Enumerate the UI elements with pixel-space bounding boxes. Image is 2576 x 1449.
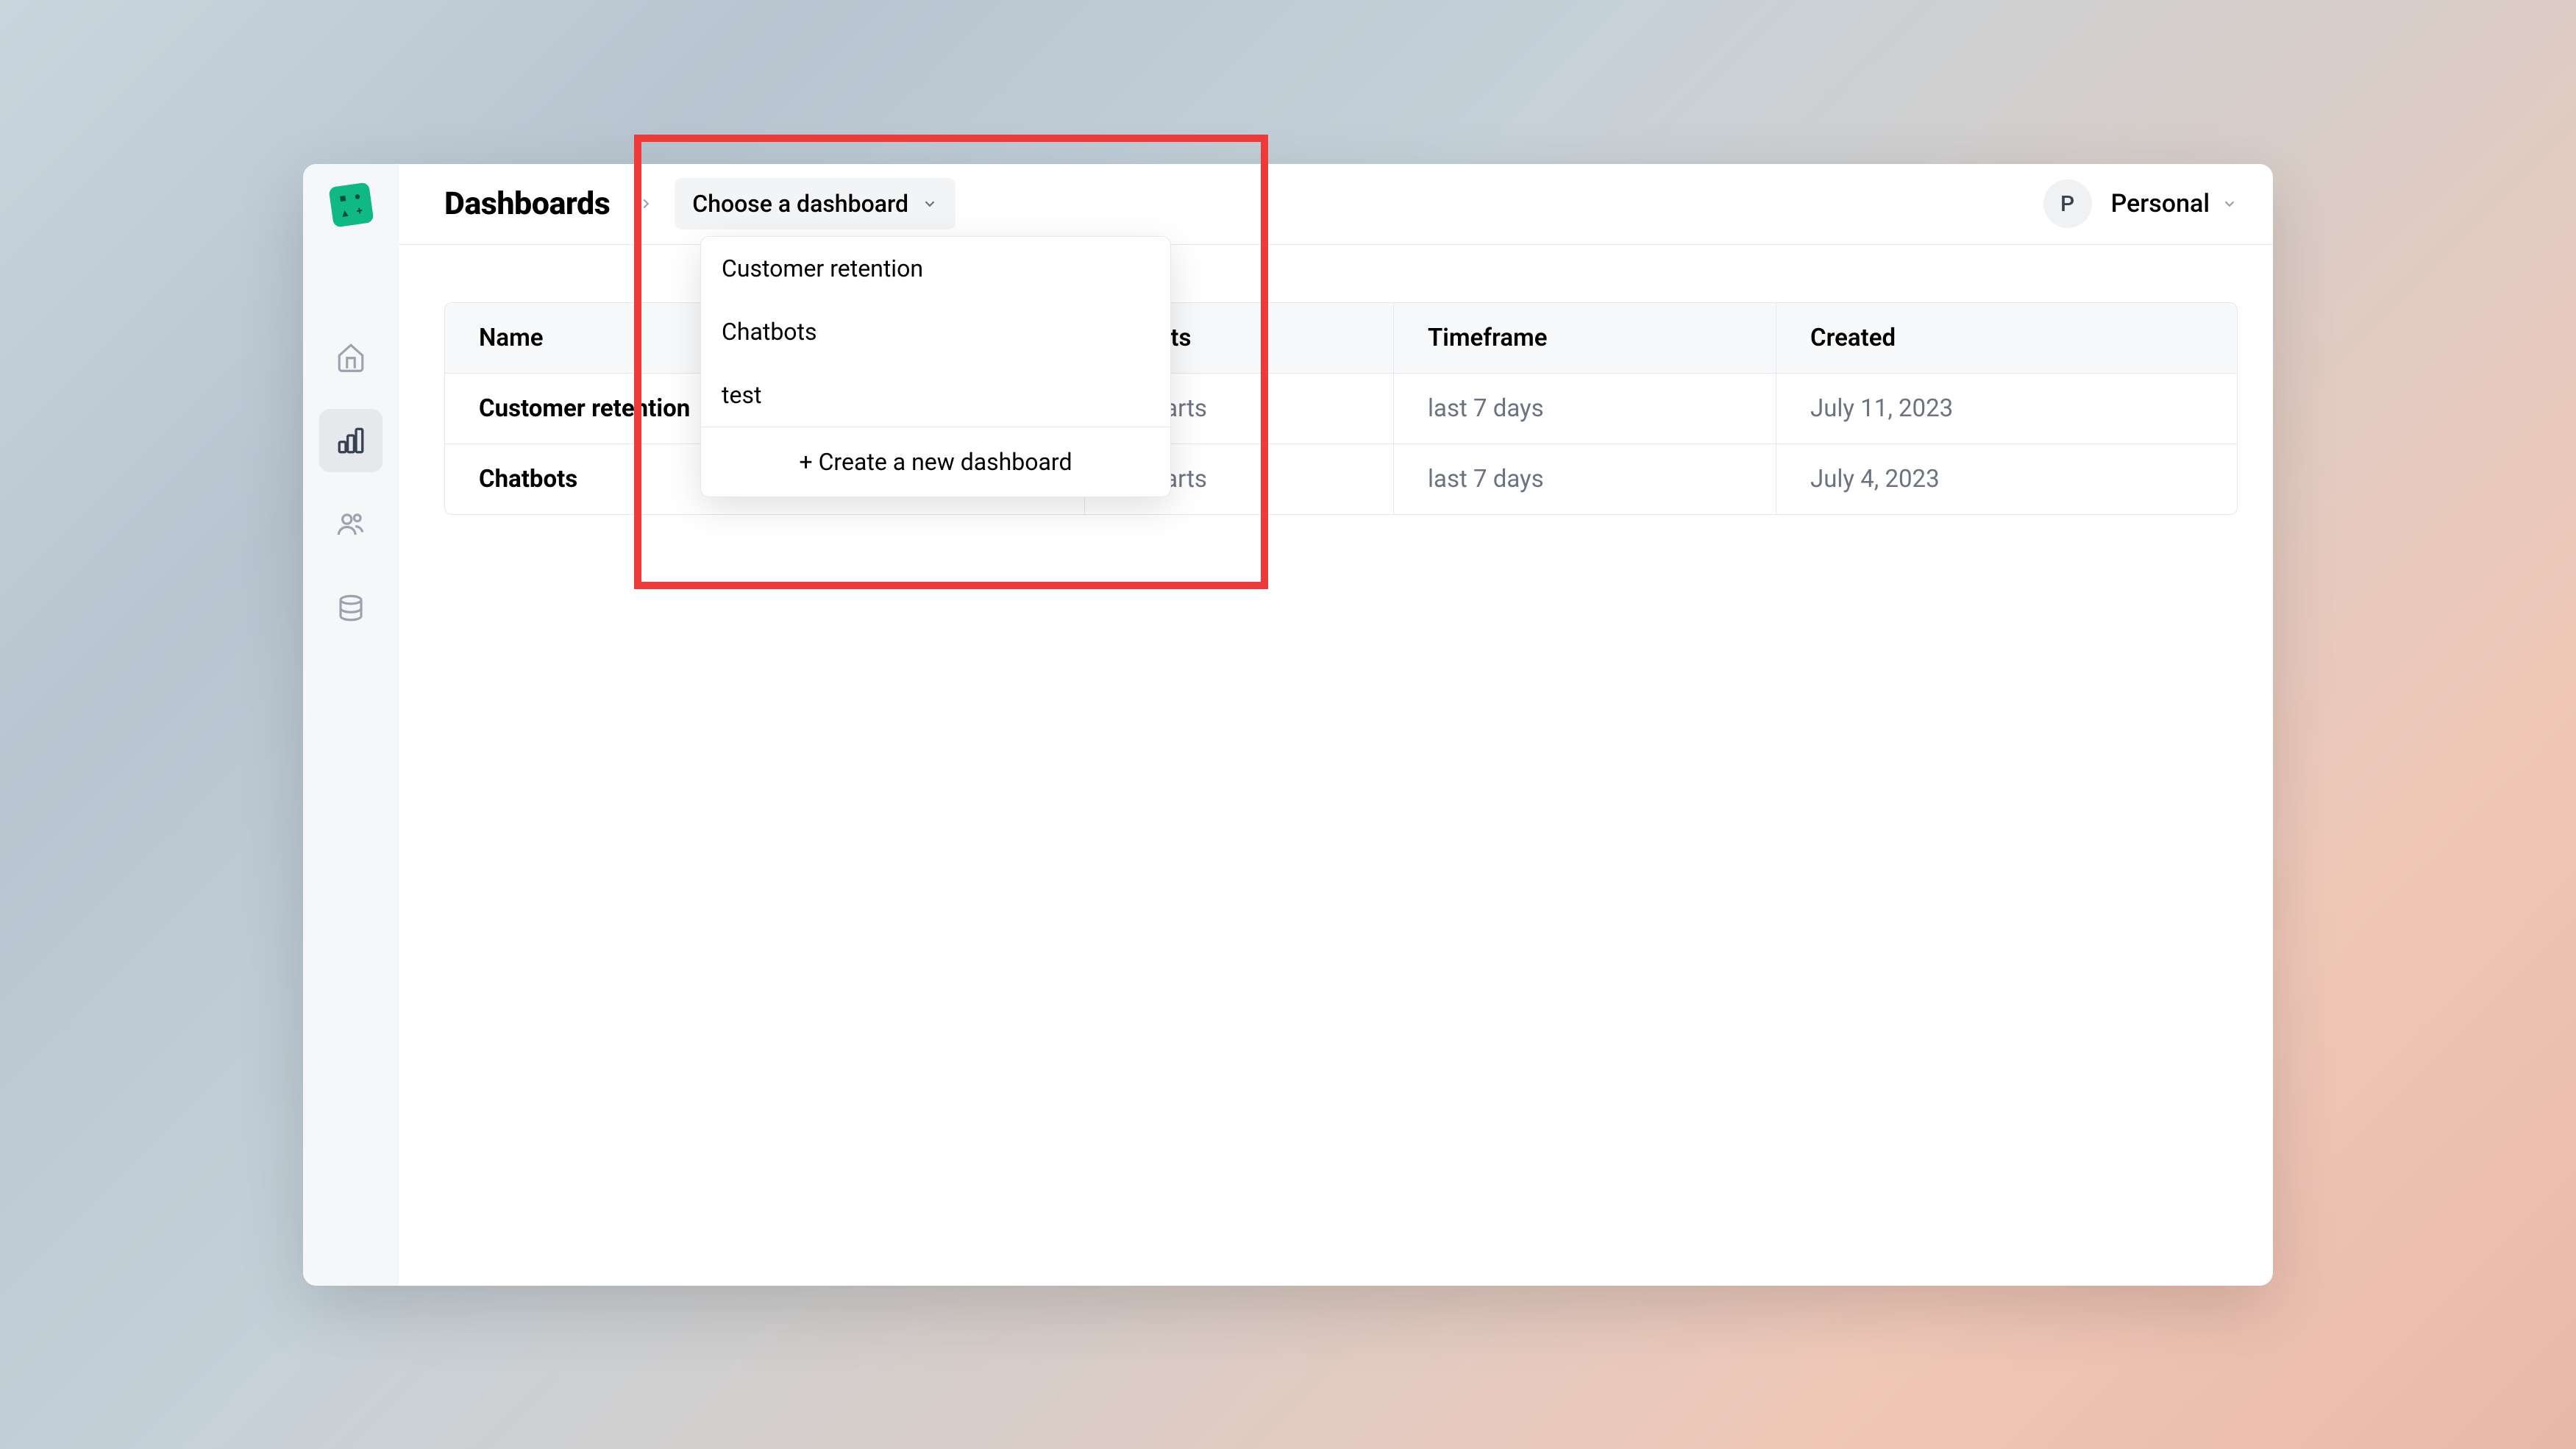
dashboard-selector-label: Choose a dashboard [692,190,908,218]
dashboard-dropdown-menu: Customer retention Chatbots test + Creat… [700,236,1171,497]
dropdown-create-new[interactable]: + Create a new dashboard [701,427,1170,496]
dropdown-item-chatbots[interactable]: Chatbots [701,300,1170,363]
row-timeframe: last 7 days [1394,444,1776,514]
chevron-right-icon [638,196,654,212]
app-logo[interactable]: ■ ● ▴ + [328,182,374,227]
workspace-label: Personal [2111,189,2210,218]
main-content: Dashboards Choose a dashboard P Personal [399,164,2273,1286]
chevron-down-icon [922,196,938,212]
nav-people[interactable] [319,493,383,556]
breadcrumb-chevron [638,196,654,212]
bar-chart-icon [335,425,366,456]
header-bar: Dashboards Choose a dashboard P Personal [399,164,2273,245]
nav-database[interactable] [319,577,383,640]
chevron-down-icon [2221,196,2238,212]
content-area: Name Charts Timeframe Created Customer r… [399,245,2273,1286]
user-avatar[interactable]: P [2043,179,2092,228]
nav-home[interactable] [319,325,383,388]
nav-dashboards[interactable] [319,409,383,472]
people-icon [335,509,366,540]
row-created: July 11, 2023 [1776,374,2237,444]
row-created: July 4, 2023 [1776,444,2237,514]
app-window: ■ ● ▴ + [303,164,2273,1286]
sidebar: ■ ● ▴ + [303,164,399,1286]
workspace-selector[interactable]: Personal [2111,189,2238,218]
home-icon [335,341,366,372]
column-header-timeframe[interactable]: Timeframe [1394,303,1776,373]
column-header-created[interactable]: Created [1776,303,2237,373]
database-icon [335,593,366,624]
dropdown-item-test[interactable]: test [701,363,1170,427]
row-timeframe: last 7 days [1394,374,1776,444]
dropdown-item-customer-retention[interactable]: Customer retention [701,237,1170,300]
page-title: Dashboards [444,185,610,222]
dashboard-selector-button[interactable]: Choose a dashboard [675,178,956,229]
